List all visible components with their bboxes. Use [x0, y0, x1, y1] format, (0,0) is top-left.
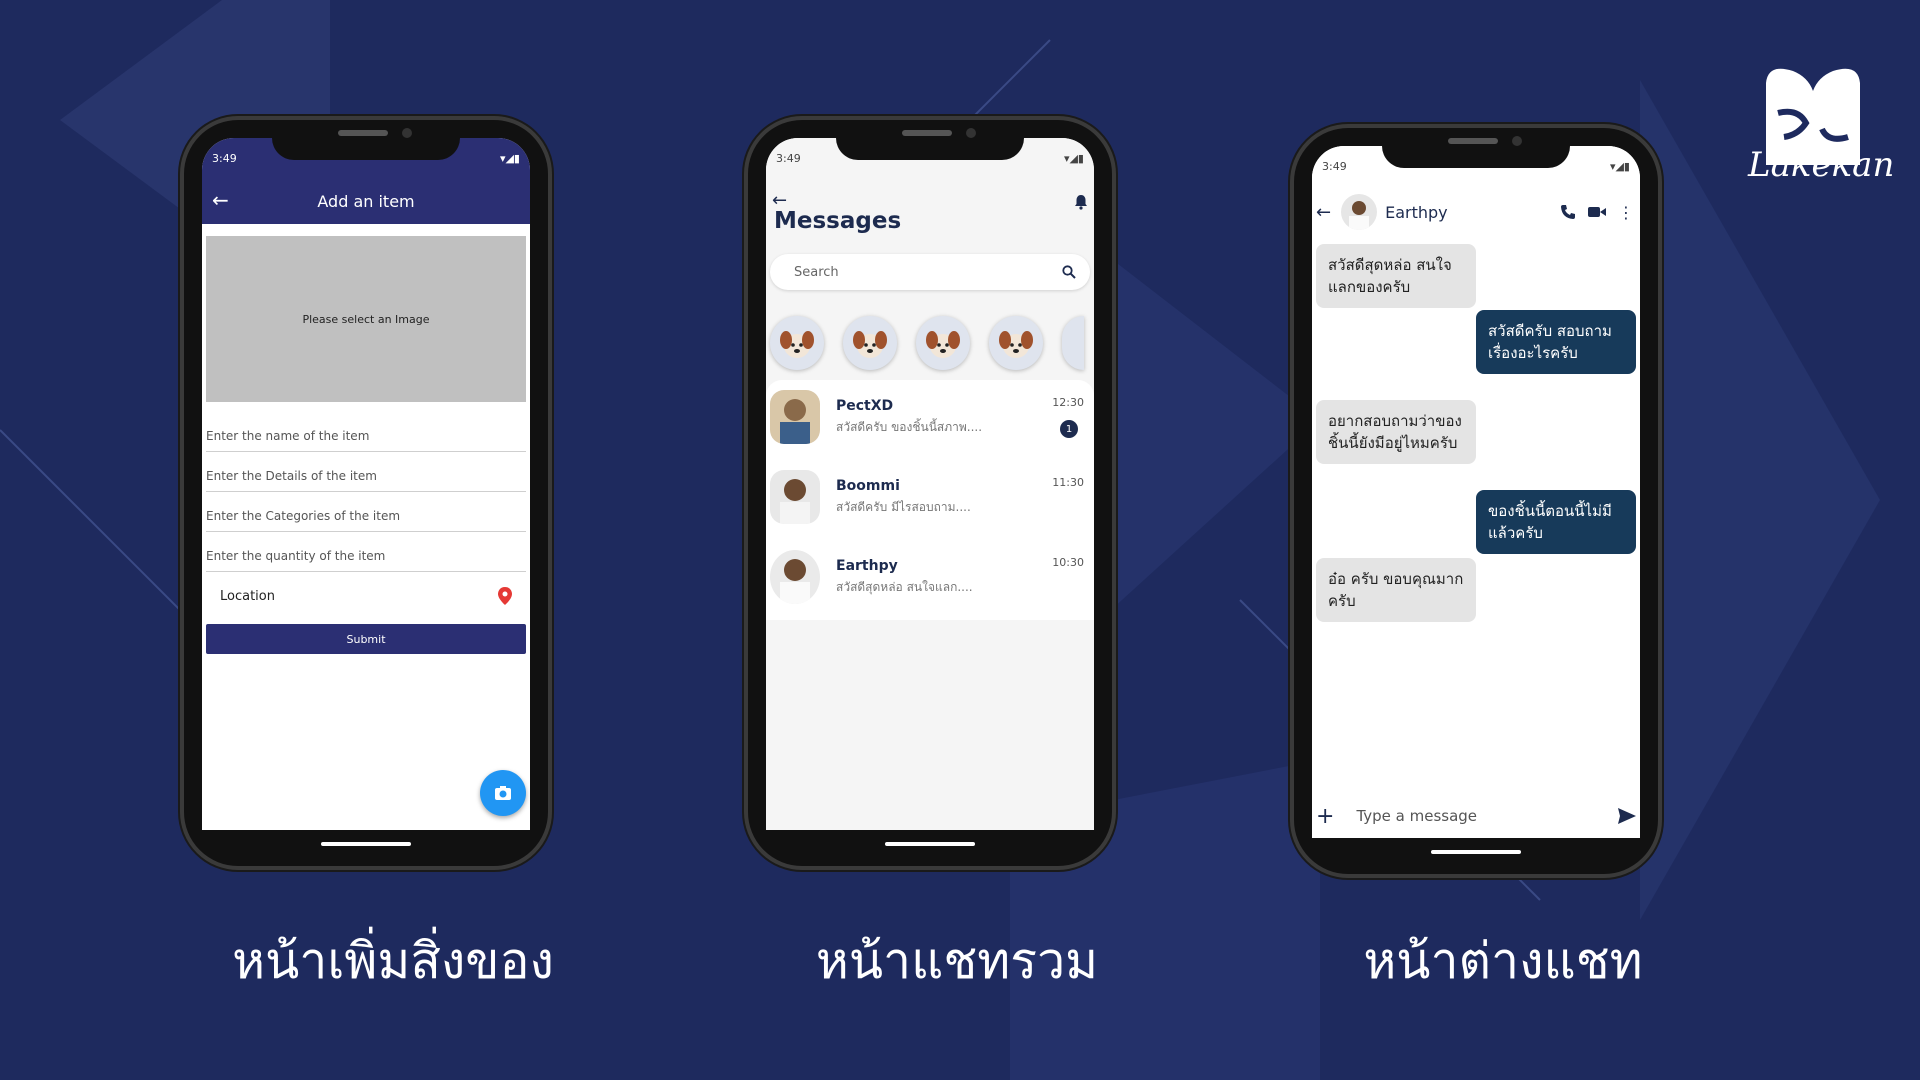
search-placeholder: Search	[794, 264, 839, 280]
screen-add-item: 3:49 ▾◢▮ ← Add an item Please select an …	[202, 138, 530, 830]
chat-row[interactable]: Earthpy สวัสดีสุดหล่อ สนใจแลก.... 10:30	[766, 540, 1094, 618]
item-name-field[interactable]: Enter the name of the item	[206, 414, 526, 452]
location-row[interactable]: Location	[206, 576, 526, 616]
chat-row[interactable]: Boommi สวัสดีครับ มีไรสอบถาม.... 11:30	[766, 460, 1094, 538]
chat-header: ← Earthpy ⋮	[1312, 186, 1640, 238]
caption-add-item: หน้าเพิ่มสิ่งของ	[232, 932, 554, 990]
camera-fab-button[interactable]	[480, 770, 526, 816]
search-icon[interactable]	[1062, 265, 1076, 279]
status-time: 3:49	[212, 151, 237, 165]
location-label: Location	[220, 588, 275, 604]
avatar	[770, 470, 820, 524]
caption-messages: หน้าแชทรวม	[815, 932, 1099, 990]
avatar	[770, 550, 820, 604]
image-picker[interactable]: Please select an Image	[206, 236, 526, 402]
notification-bell-icon[interactable]	[1074, 194, 1088, 210]
screen-chat: 3:49 ▾◢▮ ← Earthpy ⋮ สวัสดีสุดหล่อ สนใจแ…	[1312, 146, 1640, 838]
page-title: Add an item	[317, 191, 415, 211]
image-placeholder-text: Please select an Image	[302, 312, 430, 326]
home-indicator	[1431, 850, 1521, 854]
avatar	[770, 390, 820, 444]
item-categories-field[interactable]: Enter the Categories of the item	[206, 494, 526, 532]
caption-chat: หน้าต่างแชท	[1363, 932, 1643, 990]
send-icon[interactable]	[1618, 808, 1636, 824]
chat-time: 11:30	[1052, 476, 1084, 489]
message-bubble-outgoing: ของชิ้นนี้ตอนนี้ไม่มีแล้วครับ	[1476, 490, 1636, 554]
more-options-icon[interactable]: ⋮	[1618, 203, 1634, 222]
phone-chat: 3:49 ▾◢▮ ← Earthpy ⋮ สวัสดีสุดหล่อ สนใจแ…	[1290, 124, 1662, 878]
message-input[interactable]: Type a message	[1356, 807, 1618, 825]
status-icons: ▾◢▮	[1609, 159, 1630, 173]
chat-time: 10:30	[1052, 556, 1084, 569]
stories-row	[770, 316, 1084, 370]
back-arrow-icon[interactable]: ←	[212, 188, 229, 212]
message-bubble-incoming: อ๋อ ครับ ขอบคุณมากครับ	[1316, 558, 1476, 622]
status-icons: ▾◢▮	[1063, 151, 1084, 165]
phone-call-icon[interactable]	[1560, 204, 1576, 220]
brand-name: Lakekan	[1748, 145, 1895, 185]
status-time: 3:49	[1322, 159, 1347, 173]
message-composer: + Type a message	[1312, 794, 1640, 838]
avatar	[1341, 194, 1378, 230]
camera-icon	[495, 786, 511, 800]
story-avatar[interactable]	[916, 316, 970, 370]
phone-notch	[1382, 128, 1570, 168]
home-indicator	[321, 842, 411, 846]
message-bubble-incoming: อยากสอบถามว่าของชิ้นนี้ยังมีอยู่ไหมครับ	[1316, 400, 1476, 464]
chat-time: 12:30	[1052, 396, 1084, 409]
message-bubble-incoming: สวัสดีสุดหล่อ สนใจแลกของครับ	[1316, 244, 1476, 308]
contact-name: Earthpy	[1385, 202, 1448, 222]
phone-notch	[836, 120, 1024, 160]
status-icons: ▾◢▮	[499, 151, 520, 165]
story-avatar[interactable]	[843, 316, 897, 370]
status-time: 3:49	[776, 151, 801, 165]
submit-button[interactable]: Submit	[206, 624, 526, 654]
video-call-icon[interactable]	[1588, 206, 1606, 218]
phone-add-item: 3:49 ▾◢▮ ← Add an item Please select an …	[180, 116, 552, 870]
search-input[interactable]: Search	[770, 254, 1090, 290]
home-indicator	[885, 842, 975, 846]
page-title: Messages	[774, 208, 902, 234]
unread-badge: 1	[1060, 420, 1078, 438]
chat-preview: สวัสดีครับ ของชิ้นนี้สภาพ....	[836, 420, 983, 434]
phone-notch	[272, 120, 460, 160]
app-bar: ← Add an item	[202, 178, 530, 224]
chat-name: Earthpy	[836, 558, 898, 574]
story-avatar[interactable]	[770, 316, 824, 370]
story-avatar[interactable]	[1062, 316, 1084, 370]
chat-preview: สวัสดีครับ มีไรสอบถาม....	[836, 500, 971, 514]
map-pin-icon	[498, 587, 512, 605]
back-arrow-icon[interactable]: ←	[1316, 202, 1331, 223]
chat-name: Boommi	[836, 478, 900, 494]
item-quantity-field[interactable]: Enter the quantity of the item	[206, 534, 526, 572]
add-attachment-icon[interactable]: +	[1316, 804, 1334, 829]
screen-messages: 3:49 ▾◢▮ ← Messages Search PectXD สวัสดี…	[766, 138, 1094, 830]
story-avatar[interactable]	[989, 316, 1043, 370]
item-details-field[interactable]: Enter the Details of the item	[206, 454, 526, 492]
phone-messages: 3:49 ▾◢▮ ← Messages Search PectXD สวัสดี…	[744, 116, 1116, 870]
chat-row[interactable]: PectXD สวัสดีครับ ของชิ้นนี้สภาพ.... 12:…	[766, 380, 1094, 458]
chat-name: PectXD	[836, 398, 894, 414]
message-bubble-outgoing: สวัสดีครับ สอบถามเรื่องอะไรครับ	[1476, 310, 1636, 374]
chat-list: PectXD สวัสดีครับ ของชิ้นนี้สภาพ.... 12:…	[766, 380, 1094, 620]
chat-preview: สวัสดีสุดหล่อ สนใจแลก....	[836, 580, 973, 594]
